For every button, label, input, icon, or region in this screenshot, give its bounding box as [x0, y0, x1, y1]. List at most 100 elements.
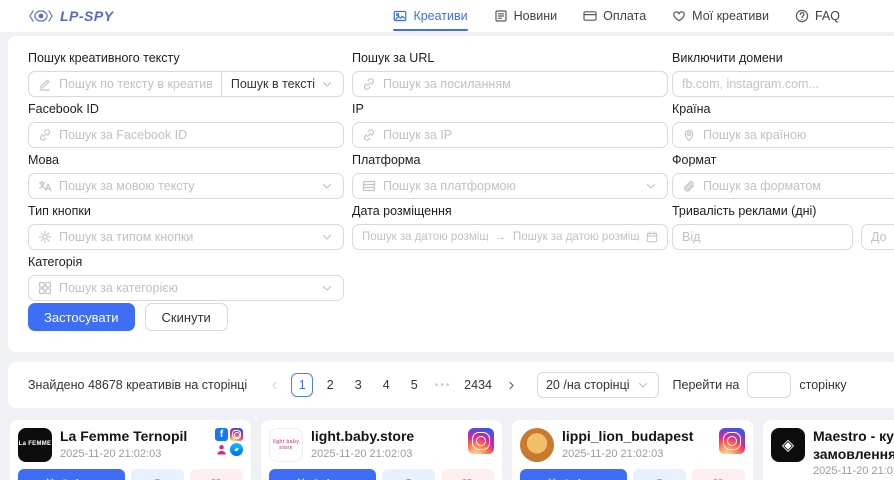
nav-item-news[interactable]: Новини — [494, 0, 558, 32]
page-size-value: 20 /на сторінці — [546, 378, 630, 392]
avatar-text: light baby store — [270, 439, 302, 451]
chevron-left-icon — [269, 380, 280, 391]
creative-card[interactable]: La FEMME La Femme Ternopil 2025-11-20 21… — [10, 420, 251, 480]
link-icon — [38, 128, 52, 142]
url-input-box[interactable] — [352, 71, 668, 97]
page-button-last[interactable]: 2434 — [461, 373, 495, 397]
pagination-ellipsis[interactable]: ••• — [431, 380, 455, 391]
nav-item-payment[interactable]: Оплата — [583, 0, 646, 32]
field-label: Пошук креативного тексту — [28, 51, 344, 65]
view-button[interactable] — [382, 469, 435, 480]
pagination-bar: Знайдено 48678 креативів на сторінці 1 2… — [8, 362, 894, 408]
grid-icon — [38, 281, 52, 295]
news-icon — [494, 9, 508, 23]
date-to-placeholder[interactable]: Пошук за датою розміщення — [513, 231, 639, 243]
page-button-5[interactable]: 5 — [403, 373, 425, 397]
days-active-button[interactable]: 0 days — [520, 469, 627, 480]
creative-card[interactable]: lippi_lion_budapest 2025-11-20 21:02:03 … — [512, 420, 753, 480]
platform-select-box[interactable] — [352, 173, 668, 199]
filter-actions: Застосувати Скинути — [28, 303, 228, 331]
page-button-1[interactable]: 1 — [291, 373, 313, 397]
page-button-2[interactable]: 2 — [319, 373, 341, 397]
text-search-mode-select[interactable]: Пошук в тексті — [221, 72, 343, 96]
nav-item-creatives[interactable]: Креативи — [393, 0, 467, 32]
page-button-4[interactable]: 4 — [375, 373, 397, 397]
favorite-button[interactable] — [692, 469, 745, 480]
nav-item-my-creatives[interactable]: Мої креативи — [672, 0, 769, 32]
creative-card[interactable]: light baby store light.baby.store 2025-1… — [261, 420, 502, 480]
card-title[interactable]: La Femme Ternopil — [60, 428, 207, 446]
filter-duration: Тривалість реклами (дні) — [672, 204, 894, 250]
instagram-icon — [468, 428, 494, 454]
filter-ip: IP — [352, 102, 668, 148]
chevron-down-icon — [320, 230, 334, 244]
eye-icon — [401, 477, 416, 480]
messenger-icon — [230, 443, 243, 456]
creative-card[interactable]: ◈ Maestro - кухні, меблі на замовлення в… — [763, 420, 894, 480]
duration-to-box[interactable] — [861, 224, 894, 250]
button-type-input[interactable] — [59, 230, 313, 244]
country-input[interactable] — [703, 128, 894, 142]
favorite-button[interactable] — [441, 469, 494, 480]
card-title[interactable]: Maestro - кухні, меблі на замовлення в У… — [813, 428, 894, 463]
filters-panel: Пошук креативного тексту Пошук в тексті … — [8, 36, 894, 352]
calendar-icon — [646, 231, 658, 243]
person-icon — [215, 443, 228, 456]
category-select-box[interactable] — [28, 275, 344, 301]
page-size-select[interactable]: 20 /на сторінці — [537, 372, 659, 398]
eye-icon — [150, 477, 165, 480]
nav-item-faq[interactable]: FAQ — [795, 0, 840, 32]
field-label: Дата розміщення — [352, 204, 668, 218]
filter-button-type: Тип кнопки — [28, 204, 344, 250]
ip-input[interactable] — [383, 128, 658, 142]
creative-text-input[interactable] — [59, 77, 212, 91]
button-type-select-box[interactable] — [28, 224, 344, 250]
country-select-box[interactable] — [672, 122, 894, 148]
url-input[interactable] — [383, 77, 658, 91]
brand-name: LP-SPY — [60, 8, 114, 24]
brand-logo[interactable]: LP-SPY — [28, 0, 114, 32]
format-input[interactable] — [703, 179, 894, 193]
next-page-button[interactable] — [501, 373, 523, 397]
exclude-domains-input-box[interactable] — [672, 71, 894, 97]
exclude-domains-input[interactable] — [682, 77, 894, 91]
duration-to-input[interactable] — [871, 230, 894, 244]
card-date: 2025-11-20 21:02:03 — [311, 448, 460, 460]
prev-page-button[interactable] — [263, 373, 285, 397]
platform-input[interactable] — [383, 179, 637, 193]
format-select-box[interactable] — [672, 173, 894, 199]
goto-page-input[interactable] — [747, 372, 791, 398]
duration-from-box[interactable] — [672, 224, 853, 250]
facebook-icon: f — [215, 428, 228, 441]
date-from-placeholder[interactable]: Пошук за датою розміщення — [362, 231, 488, 243]
card-title[interactable]: lippi_lion_budapest — [562, 428, 711, 446]
audience-network-icon — [215, 443, 228, 456]
apply-button[interactable]: Застосувати — [28, 303, 135, 331]
ip-input-box[interactable] — [352, 122, 668, 148]
favorite-button[interactable] — [190, 469, 243, 480]
category-input[interactable] — [59, 281, 313, 295]
payment-icon — [583, 9, 597, 23]
days-active-button[interactable]: 3 days — [269, 469, 376, 480]
paperclip-icon — [682, 179, 696, 193]
field-label: Країна — [672, 102, 894, 116]
field-label: Мова — [28, 153, 344, 167]
reset-button[interactable]: Скинути — [145, 303, 228, 331]
field-label: Тип кнопки — [28, 204, 344, 218]
field-label: Категорія — [28, 255, 344, 269]
view-button[interactable] — [131, 469, 184, 480]
creative-text-input-box[interactable] — [29, 72, 221, 96]
facebook-id-input[interactable] — [59, 128, 334, 142]
facebook-id-input-box[interactable] — [28, 122, 344, 148]
date-range-picker[interactable]: Пошук за датою розміщення → Пошук за дат… — [352, 224, 668, 250]
card-title[interactable]: light.baby.store — [311, 428, 460, 446]
link-icon — [362, 77, 376, 91]
language-input[interactable] — [59, 179, 313, 193]
view-button[interactable] — [633, 469, 686, 480]
avatar: light baby store — [269, 428, 303, 462]
days-active-button[interactable]: 3 days — [18, 469, 125, 480]
page-button-3[interactable]: 3 — [347, 373, 369, 397]
duration-from-input[interactable] — [682, 230, 843, 244]
language-select-box[interactable] — [28, 173, 344, 199]
chevron-down-icon — [320, 77, 334, 91]
